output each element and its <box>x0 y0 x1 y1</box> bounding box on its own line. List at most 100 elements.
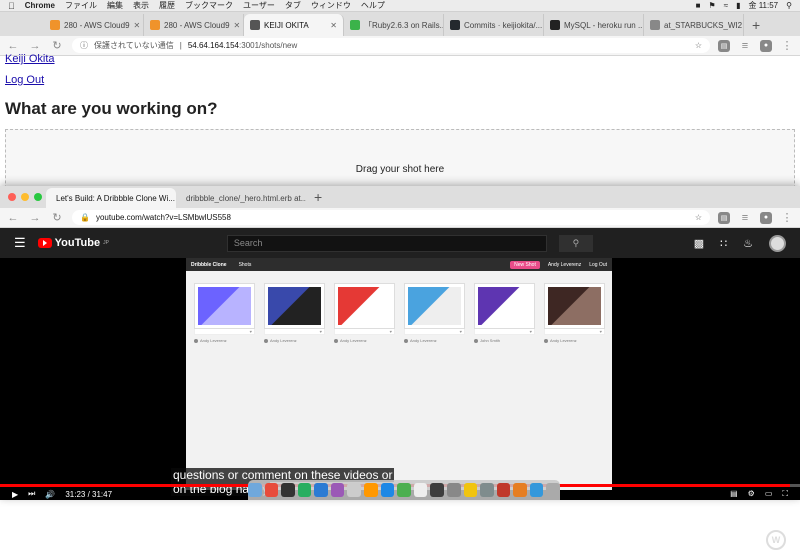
dock-app-icon[interactable] <box>546 483 560 497</box>
back-icon[interactable]: ← <box>6 212 20 224</box>
dock-app-icon[interactable] <box>463 483 478 497</box>
more-menu-icon[interactable]: ⋮ <box>780 39 794 52</box>
youtube-search-input[interactable]: Search <box>226 234 547 252</box>
clone-shot-author: Andy Leverenz <box>404 338 465 343</box>
notifications-bell-icon[interactable]: ♨ <box>743 237 753 250</box>
bookmark-star-icon[interactable]: ☆ <box>695 41 702 50</box>
youtube-play-icon <box>37 238 52 248</box>
reading-list-icon[interactable]: ≡ <box>738 40 752 52</box>
menu-bookmarks[interactable]: ブックマーク <box>185 0 233 11</box>
browser1-tab[interactable]: Commits · keijiokita/...✕ <box>444 14 544 36</box>
tab-close-icon[interactable]: ✕ <box>234 21 241 30</box>
menu-view[interactable]: 表示 <box>133 0 149 11</box>
menu-edit[interactable]: 編集 <box>107 0 123 11</box>
page-title: What are you working on? <box>5 99 218 118</box>
dock-app-icon[interactable] <box>281 483 295 497</box>
dock-app-icon[interactable] <box>446 483 461 497</box>
theater-mode-icon[interactable]: ▭ <box>765 489 773 499</box>
browser1-tab[interactable]: at_STARBUCKS_WI2✕ <box>644 14 744 36</box>
menu-file[interactable]: ファイル <box>65 0 97 11</box>
flag-icon[interactable]: ⚑ <box>709 1 716 10</box>
dock-app-icon[interactable] <box>314 483 328 497</box>
apps-grid-icon[interactable]: ∷ <box>720 237 727 250</box>
browser1-tabbar: 280 - AWS Cloud9 ✕ 280 - AWS Cloud9 ✕ KEIJI … <box>0 12 800 36</box>
app-menu-chrome[interactable]: Chrome <box>25 1 55 10</box>
clone-shot-image <box>338 287 391 325</box>
dock-app-icon[interactable] <box>248 483 262 497</box>
menu-window[interactable]: ウィンドウ <box>311 0 351 11</box>
dock-app-icon[interactable] <box>496 483 511 497</box>
forward-icon[interactable]: → <box>28 212 42 224</box>
user-link[interactable]: Keiji Okita <box>5 53 55 65</box>
reload-icon[interactable]: ↻ <box>50 211 64 224</box>
dock-app-icon[interactable] <box>380 483 395 497</box>
menu-tab[interactable]: タブ <box>285 0 301 11</box>
wifi-icon[interactable]: ≈ <box>724 1 728 10</box>
dock-app-icon[interactable] <box>430 483 444 497</box>
menu-history[interactable]: 履歴 <box>159 0 175 11</box>
browser1-tab[interactable]: KEIJI OKITA ✕ <box>244 14 344 36</box>
extension-icon[interactable]: ▤ <box>718 211 730 224</box>
menu-user[interactable]: ユーザー <box>243 0 275 11</box>
minimize-window-icon[interactable] <box>21 193 29 201</box>
dock-app-icon[interactable] <box>347 483 362 497</box>
dock-app-icon[interactable] <box>513 483 527 497</box>
create-video-icon[interactable]: ▩ <box>694 237 704 250</box>
more-menu-icon[interactable]: ⋮ <box>780 211 794 224</box>
battery-icon[interactable]: ▮ <box>736 1 740 10</box>
dock-app-icon[interactable] <box>413 483 428 497</box>
zoom-window-icon[interactable] <box>34 193 42 201</box>
back-icon[interactable]: ← <box>6 40 20 52</box>
channel-watermark-icon[interactable]: W <box>766 530 786 550</box>
dock-app-icon[interactable] <box>330 483 345 497</box>
logout-link[interactable]: Log Out <box>5 74 44 86</box>
profile-icon[interactable]: ● <box>760 39 772 52</box>
browser1-tab[interactable]: 280 - AWS Cloud9 ✕ <box>44 14 144 36</box>
reload-icon[interactable]: ↻ <box>50 39 64 52</box>
bookmark-star-icon[interactable]: ☆ <box>695 213 702 222</box>
clone-logout: Log Out <box>589 261 607 268</box>
address-bar[interactable]: ⓘ 保護されていない通信 | 54.64.164.154:3001/shots/… <box>72 38 710 53</box>
dock-app-icon[interactable] <box>297 483 312 497</box>
docker-icon[interactable]: ■ <box>696 1 701 10</box>
reading-list-icon[interactable]: ≡ <box>738 212 752 224</box>
browser1-tab[interactable]: 「Ruby2.6.3 on Rails...✕ <box>344 14 444 36</box>
dock-app-icon[interactable] <box>364 483 378 497</box>
profile-icon[interactable]: ● <box>760 211 772 224</box>
browser1-tab[interactable]: MySQL - heroku run ...✕ <box>544 14 644 36</box>
video-player[interactable]: Dribbble Clone Shots New Shot Andy Lever… <box>0 258 800 550</box>
youtube-logo[interactable]: YouTube JP <box>37 237 109 249</box>
search-icon[interactable]: ⚲ <box>786 1 792 10</box>
dock-app-icon[interactable] <box>397 483 411 497</box>
volume-icon[interactable]: 🔊 <box>45 490 55 499</box>
tab-close-icon[interactable]: ✕ <box>330 21 337 30</box>
avatar[interactable] <box>769 234 786 252</box>
settings-gear-icon[interactable]: ⚙ <box>748 489 755 499</box>
new-tab-icon[interactable]: + <box>744 14 768 36</box>
dock-app-icon[interactable] <box>480 483 494 497</box>
browser1-tab[interactable]: 280 - AWS Cloud9 ✕ <box>144 14 244 36</box>
menubar-clock[interactable]: 金 11:57 <box>748 0 778 11</box>
dock-app-icon[interactable] <box>529 483 544 497</box>
address-bar[interactable]: 🔒 youtube.com/watch?v=LSMbwlUS558 ☆ <box>72 210 710 225</box>
play-icon[interactable]: ▶ <box>12 490 18 499</box>
subtitles-icon[interactable]: ▤ <box>730 489 738 499</box>
browser2-tab[interactable]: dribbble_clone/_hero.html.erb at...✕ <box>176 188 306 208</box>
close-window-icon[interactable] <box>8 193 16 201</box>
fullscreen-icon[interactable]: ⛶ <box>782 489 788 499</box>
search-icon[interactable]: ⚲ <box>558 234 593 252</box>
new-tab-icon[interactable]: + <box>306 186 330 208</box>
hamburger-menu-icon[interactable]: ☰ <box>14 235 26 251</box>
tab-favicon-icon <box>350 20 360 30</box>
info-icon[interactable]: ⓘ <box>80 40 88 51</box>
extension-icon[interactable]: ▤ <box>718 39 730 52</box>
apple-menu-icon[interactable]:  <box>8 1 15 11</box>
browser2-tab[interactable]: Let's Build: A Dribbble Clone Wi...✕ <box>46 188 176 208</box>
tab-close-icon[interactable]: ✕ <box>134 21 141 30</box>
clone-shot-meta: ♥ <box>474 329 535 335</box>
forward-icon[interactable]: → <box>28 40 42 52</box>
tab-label: KEIJI OKITA <box>264 20 309 30</box>
next-icon[interactable]: ⏭ <box>28 489 35 499</box>
menu-help[interactable]: ヘルプ <box>361 0 385 11</box>
dock-app-icon[interactable] <box>264 483 279 497</box>
